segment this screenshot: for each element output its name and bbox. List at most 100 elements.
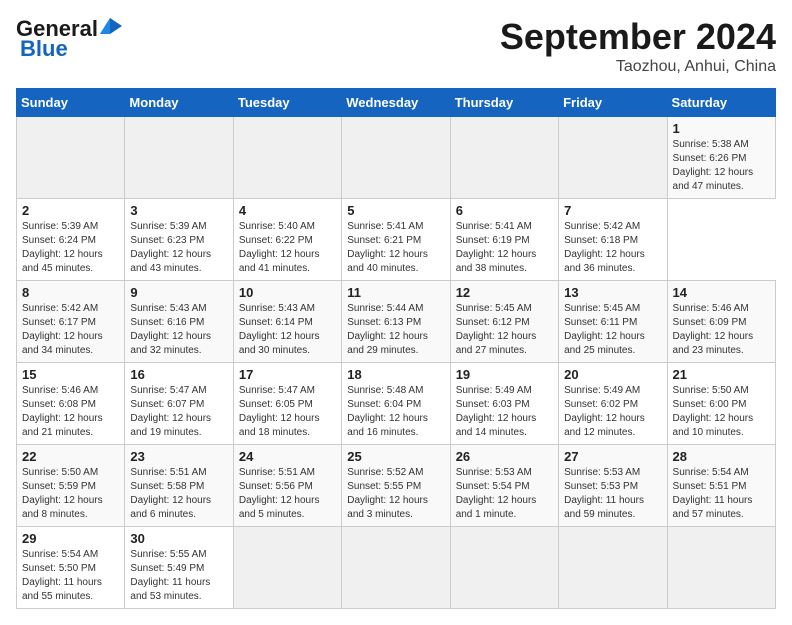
- day-info: Sunrise: 5:45 AMSunset: 6:12 PMDaylight:…: [456, 303, 537, 356]
- day-number: 14: [673, 285, 770, 300]
- weekday-header: Wednesday: [342, 89, 450, 117]
- day-info: Sunrise: 5:46 AMSunset: 6:08 PMDaylight:…: [22, 385, 103, 438]
- weekday-header: Tuesday: [233, 89, 341, 117]
- day-number: 5: [347, 203, 444, 218]
- location: Taozhou, Anhui, China: [500, 58, 776, 76]
- day-number: 30: [130, 531, 227, 546]
- calendar-cell: 12 Sunrise: 5:45 AMSunset: 6:12 PMDayligh…: [450, 281, 558, 363]
- weekday-header: Thursday: [450, 89, 558, 117]
- calendar-week-row: 8 Sunrise: 5:42 AMSunset: 6:17 PMDaylight…: [17, 281, 776, 363]
- day-number: 16: [130, 367, 227, 382]
- calendar-cell: 17 Sunrise: 5:47 AMSunset: 6:05 PMDayligh…: [233, 363, 341, 445]
- day-info: Sunrise: 5:53 AMSunset: 5:53 PMDaylight:…: [564, 467, 644, 520]
- day-number: 27: [564, 449, 661, 464]
- day-info: Sunrise: 5:49 AMSunset: 6:02 PMDaylight:…: [564, 385, 645, 438]
- day-info: Sunrise: 5:39 AMSunset: 6:23 PMDaylight:…: [130, 221, 211, 274]
- day-info: Sunrise: 5:50 AMSunset: 6:00 PMDaylight:…: [673, 385, 754, 438]
- day-info: Sunrise: 5:46 AMSunset: 6:09 PMDaylight:…: [673, 303, 754, 356]
- calendar-cell: 28 Sunrise: 5:54 AMSunset: 5:51 PMDayligh…: [667, 445, 775, 527]
- month-title: September 2024: [500, 16, 776, 58]
- day-info: Sunrise: 5:44 AMSunset: 6:13 PMDaylight:…: [347, 303, 428, 356]
- weekday-header: Saturday: [667, 89, 775, 117]
- weekday-header: Sunday: [17, 89, 125, 117]
- day-number: 7: [564, 203, 661, 218]
- calendar-cell: 10Sunrise: 5:43 AMSunset: 6:14 PMDayligh…: [233, 281, 341, 363]
- day-info: Sunrise: 5:47 AMSunset: 6:05 PMDaylight:…: [239, 385, 320, 438]
- day-number: 13: [564, 285, 661, 300]
- day-info: Sunrise: 5:48 AMSunset: 6:04 PMDaylight:…: [347, 385, 428, 438]
- calendar-cell: 13Sunrise: 5:45 AMSunset: 6:11 PMDayligh…: [559, 281, 667, 363]
- calendar-cell: 3Sunrise: 5:39 AMSunset: 6:23 PMDaylight…: [125, 199, 233, 281]
- calendar-cell: 29Sunrise: 5:54 AMSunset: 5:50 PMDayligh…: [17, 527, 125, 609]
- calendar-cell-empty: [559, 117, 667, 199]
- calendar-week-row: 1Sunrise: 5:38 AMSunset: 6:26 PMDaylight…: [17, 117, 776, 199]
- day-number: 12: [456, 285, 553, 300]
- calendar-cell-empty: [667, 527, 775, 609]
- day-number: 22: [22, 449, 119, 464]
- day-info: Sunrise: 5:52 AMSunset: 5:55 PMDaylight:…: [347, 467, 428, 520]
- day-number: 4: [239, 203, 336, 218]
- calendar-cell: 26Sunrise: 5:53 AMSunset: 5:54 PMDayligh…: [450, 445, 558, 527]
- calendar-cell: 23 Sunrise: 5:51 AMSunset: 5:58 PMDayligh…: [125, 445, 233, 527]
- day-info: Sunrise: 5:43 AMSunset: 6:14 PMDaylight:…: [239, 303, 320, 356]
- day-number: 26: [456, 449, 553, 464]
- calendar-cell: 16 Sunrise: 5:47 AMSunset: 6:07 PMDayligh…: [125, 363, 233, 445]
- day-info: Sunrise: 5:47 AMSunset: 6:07 PMDaylight:…: [130, 385, 211, 438]
- logo-blue: Blue: [20, 36, 68, 62]
- calendar-cell-empty: [450, 117, 558, 199]
- calendar-cell-empty: [17, 117, 125, 199]
- calendar-cell: 9 Sunrise: 5:43 AMSunset: 6:16 PMDaylight…: [125, 281, 233, 363]
- calendar-cell: 2 Sunrise: 5:39 AMSunset: 6:24 PMDaylight…: [17, 199, 125, 281]
- day-info: Sunrise: 5:54 AMSunset: 5:51 PMDaylight:…: [673, 467, 753, 520]
- calendar-cell-empty: [233, 117, 341, 199]
- calendar-cell: 6 Sunrise: 5:41 AMSunset: 6:19 PMDaylight…: [450, 199, 558, 281]
- calendar-week-row: 2 Sunrise: 5:39 AMSunset: 6:24 PMDaylight…: [17, 199, 776, 281]
- calendar-cell: 11 Sunrise: 5:44 AMSunset: 6:13 PMDayligh…: [342, 281, 450, 363]
- header: General Blue September 2024 Taozhou, Anh…: [16, 16, 776, 76]
- day-number: 23: [130, 449, 227, 464]
- day-number: 29: [22, 531, 119, 546]
- calendar-table: SundayMondayTuesdayWednesdayThursdayFrid…: [16, 88, 776, 609]
- day-number: 25: [347, 449, 444, 464]
- calendar-cell-empty: [233, 527, 341, 609]
- day-number: 9: [130, 285, 227, 300]
- day-info: Sunrise: 5:50 AMSunset: 5:59 PMDaylight:…: [22, 467, 103, 520]
- calendar-cell-empty: [342, 117, 450, 199]
- day-info: Sunrise: 5:42 AMSunset: 6:17 PMDaylight:…: [22, 303, 103, 356]
- day-info: Sunrise: 5:41 AMSunset: 6:21 PMDaylight:…: [347, 221, 428, 274]
- calendar-cell: 27 Sunrise: 5:53 AMSunset: 5:53 PMDayligh…: [559, 445, 667, 527]
- calendar-week-row: 29Sunrise: 5:54 AMSunset: 5:50 PMDayligh…: [17, 527, 776, 609]
- calendar-cell: 30 Sunrise: 5:55 AMSunset: 5:49 PMDayligh…: [125, 527, 233, 609]
- day-info: Sunrise: 5:39 AMSunset: 6:24 PMDaylight:…: [22, 221, 103, 274]
- day-number: 24: [239, 449, 336, 464]
- day-number: 11: [347, 285, 444, 300]
- day-number: 2: [22, 203, 119, 218]
- calendar-cell: 21 Sunrise: 5:50 AMSunset: 6:00 PMDayligh…: [667, 363, 775, 445]
- day-number: 8: [22, 285, 119, 300]
- day-number: 28: [673, 449, 770, 464]
- day-info: Sunrise: 5:55 AMSunset: 5:49 PMDaylight:…: [130, 549, 210, 602]
- day-number: 6: [456, 203, 553, 218]
- weekday-header: Friday: [559, 89, 667, 117]
- calendar-cell: 24Sunrise: 5:51 AMSunset: 5:56 PMDayligh…: [233, 445, 341, 527]
- calendar-cell: 25 Sunrise: 5:52 AMSunset: 5:55 PMDayligh…: [342, 445, 450, 527]
- calendar-cell-empty: [342, 527, 450, 609]
- day-info: Sunrise: 5:40 AMSunset: 6:22 PMDaylight:…: [239, 221, 320, 274]
- calendar-cell: 19Sunrise: 5:49 AMSunset: 6:03 PMDayligh…: [450, 363, 558, 445]
- day-info: Sunrise: 5:51 AMSunset: 5:58 PMDaylight:…: [130, 467, 211, 520]
- logo-icon: [100, 18, 122, 34]
- day-number: 21: [673, 367, 770, 382]
- title-area: September 2024 Taozhou, Anhui, China: [500, 16, 776, 76]
- calendar-cell-empty: [559, 527, 667, 609]
- day-info: Sunrise: 5:41 AMSunset: 6:19 PMDaylight:…: [456, 221, 537, 274]
- day-info: Sunrise: 5:49 AMSunset: 6:03 PMDaylight:…: [456, 385, 537, 438]
- weekday-header: Monday: [125, 89, 233, 117]
- calendar-week-row: 15Sunrise: 5:46 AMSunset: 6:08 PMDayligh…: [17, 363, 776, 445]
- calendar-cell: 5 Sunrise: 5:41 AMSunset: 6:21 PMDaylight…: [342, 199, 450, 281]
- calendar-cell: 15Sunrise: 5:46 AMSunset: 6:08 PMDayligh…: [17, 363, 125, 445]
- calendar-cell: 22 Sunrise: 5:50 AMSunset: 5:59 PMDayligh…: [17, 445, 125, 527]
- calendar-cell: 20 Sunrise: 5:49 AMSunset: 6:02 PMDayligh…: [559, 363, 667, 445]
- day-info: Sunrise: 5:43 AMSunset: 6:16 PMDaylight:…: [130, 303, 211, 356]
- day-number: 20: [564, 367, 661, 382]
- day-number: 17: [239, 367, 336, 382]
